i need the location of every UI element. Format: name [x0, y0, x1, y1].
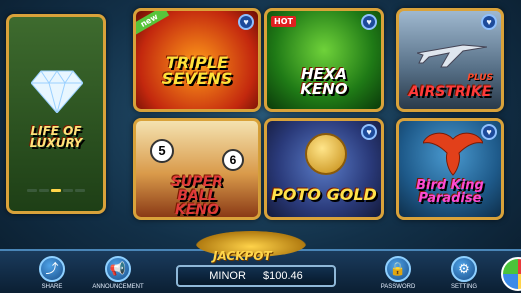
setting-button[interactable]: ⚙ SETTING [434, 256, 494, 290]
game-title: POTO GOLD [271, 185, 377, 204]
game-tile-triple-sevens[interactable]: new ♥ TRIPLE SEVENS [133, 8, 261, 112]
favorite-heart-icon[interactable]: ♥ [361, 124, 377, 140]
favorite-heart-icon[interactable]: ♥ [481, 124, 497, 140]
favorite-heart-icon[interactable]: ♥ [238, 14, 254, 30]
favorite-heart-icon[interactable]: ♥ [481, 14, 497, 30]
game-tile-super-ball-keno[interactable]: 5 6 SUPER BALL KENO [133, 118, 261, 220]
phoenix-bird-icon [422, 129, 484, 182]
favorite-heart-icon[interactable]: ♥ [361, 14, 377, 30]
game-tile-poto-gold[interactable]: ♥ POTO GOLD [264, 118, 384, 220]
jackpot-tier: MINOR [209, 270, 246, 282]
jet-icon [416, 31, 488, 76]
setting-label: SETTING [450, 284, 477, 290]
share-label: SHARE [41, 284, 63, 290]
share-icon: ⤴ [39, 256, 65, 282]
page-indicator [9, 179, 103, 197]
game-title: Bird King Paradise [416, 178, 484, 206]
password-button[interactable]: 🔒 PASSWORD [368, 256, 428, 290]
game-tile-airstrike[interactable]: ♥ AIRSTRIKE PLUS [396, 8, 504, 112]
ball-six-icon: 6 [222, 149, 244, 171]
game-title: SUPER BALL KENO [170, 174, 224, 218]
share-button[interactable]: ⤴ SHARE [22, 256, 82, 290]
diamond-icon [30, 69, 84, 115]
game-tile-life-of-luxury[interactable]: LIFE OF LUXURY [6, 14, 106, 214]
game-tile-hexa-keno[interactable]: HOT ♥ HEXA KENO [264, 8, 384, 112]
announcement-button[interactable]: 📢 ANNOUNCEMENT [88, 256, 148, 290]
password-label: PASSWORD [380, 284, 416, 290]
game-title: AIRSTRIKE [408, 84, 492, 100]
jackpot-amount: $100.46 [262, 270, 303, 282]
game-title: HEXA KENO [300, 65, 348, 98]
ball-five-icon: 5 [150, 139, 174, 163]
gear-icon: ⚙ [451, 256, 477, 282]
jackpot-display: MINOR $100.46 [176, 265, 336, 287]
hot-badge: HOT [271, 16, 296, 27]
new-badge: new [136, 11, 169, 35]
plus-tag: PLUS [467, 73, 493, 83]
jackpot-label: JACKPOT [213, 249, 272, 263]
game-title: TRIPLE SEVENS [161, 53, 233, 88]
megaphone-icon: 📢 [105, 256, 131, 282]
gold-cage-icon [305, 133, 347, 175]
game-tile-bird-king-paradise[interactable]: ♥ Bird King Paradise [396, 118, 504, 220]
game-title: LIFE OF LUXURY [29, 124, 83, 150]
lock-icon: 🔒 [385, 256, 411, 282]
announcement-label: ANNOUNCEMENT [92, 284, 144, 290]
